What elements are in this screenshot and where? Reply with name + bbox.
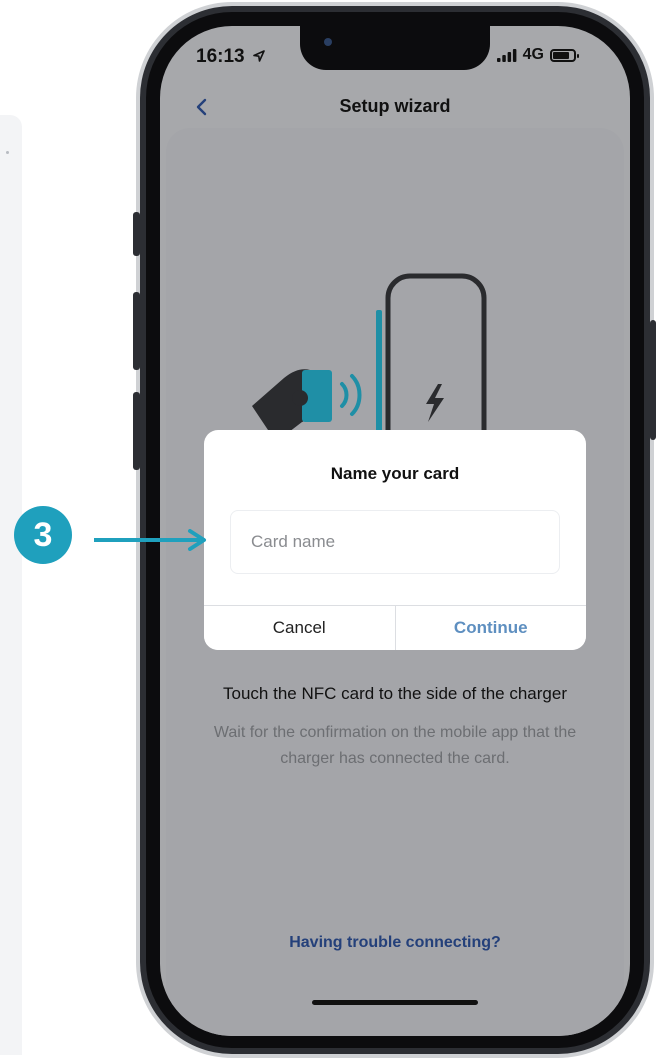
- step-badge: 3: [14, 506, 72, 564]
- phone-screen: 16:13 4G Setup wizard Name your card Car…: [160, 26, 630, 1036]
- trouble-connecting-link[interactable]: Having trouble connecting?: [160, 934, 630, 952]
- phone-mute-switch: [133, 212, 140, 256]
- instruction-subtext: Wait for the confirmation on the mobile …: [213, 724, 577, 767]
- continue-button[interactable]: Continue: [395, 606, 586, 650]
- page-title: Setup wizard: [339, 96, 451, 116]
- phone-notch: [300, 26, 490, 70]
- background-panel: [0, 115, 22, 1055]
- signal-bars-icon: [496, 48, 517, 62]
- instruction-heading: Touch the NFC card to the side of the ch…: [223, 684, 567, 703]
- phone-volume-up: [133, 292, 140, 370]
- card-name-input[interactable]: [230, 510, 560, 574]
- phone-power-button: [650, 320, 656, 440]
- background-dot: [6, 151, 9, 154]
- cancel-button[interactable]: Cancel: [204, 606, 396, 650]
- status-time-text: 16:13: [196, 46, 245, 67]
- home-indicator[interactable]: [312, 1000, 478, 1005]
- network-type: 4G: [522, 46, 544, 63]
- name-card-dialog: Name your card Cancel Continue: [204, 430, 586, 650]
- arrow-right-icon: [94, 529, 206, 551]
- finger-icon: [292, 390, 308, 406]
- location-arrow-icon: [253, 50, 265, 62]
- status-time: 16:13: [196, 46, 266, 68]
- status-signal: 4G: [496, 46, 579, 64]
- camera-icon: [324, 38, 332, 46]
- dialog-actions: Cancel Continue: [204, 605, 586, 650]
- battery-icon: [550, 48, 579, 62]
- phone-volume-down: [133, 392, 140, 470]
- lightning-bolt-icon: [426, 384, 444, 422]
- dialog-title: Name your card: [330, 464, 460, 483]
- nfc-waves-icon: [340, 374, 362, 416]
- nav-bar: Setup wizard: [160, 88, 630, 128]
